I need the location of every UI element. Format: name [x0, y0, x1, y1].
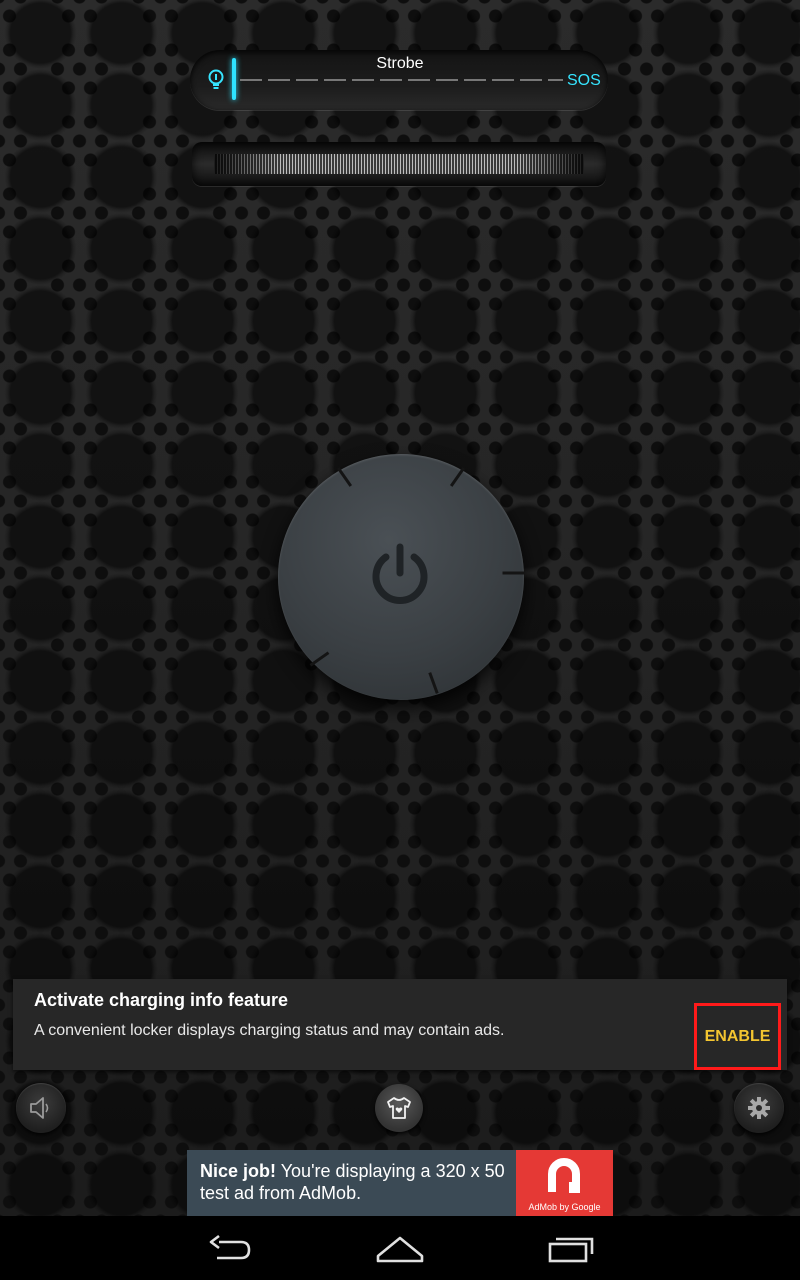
settings-button[interactable] — [734, 1083, 784, 1133]
speaker-icon — [30, 1097, 49, 1119]
ad-logo-caption: AdMob by Google — [528, 1202, 601, 1212]
admob-logo: AdMob by Google — [516, 1150, 613, 1216]
slider-thumb[interactable] — [232, 58, 236, 100]
banner-body: A convenient locker displays charging st… — [34, 1022, 505, 1039]
sos-label: SOS — [567, 72, 601, 89]
home-icon[interactable] — [375, 1232, 425, 1264]
power-icon[interactable] — [366, 541, 434, 609]
gear-icon — [748, 1097, 770, 1119]
dial-notch — [502, 571, 525, 575]
slider-track[interactable] — [240, 79, 563, 81]
recents-icon[interactable] — [547, 1232, 597, 1264]
mode-label: Strobe — [376, 55, 424, 72]
lightbulb-icon — [208, 69, 224, 89]
sound-toggle-button[interactable] — [16, 1083, 66, 1133]
frequency-wheel-ridges[interactable] — [214, 154, 584, 174]
ad-text: Nice job! You're displaying a 320 x 50 t… — [200, 1160, 520, 1204]
banner-title: Activate charging info feature — [34, 990, 289, 1010]
ad-banner[interactable]: Nice job! You're displaying a 320 x 50 t… — [187, 1150, 613, 1216]
back-icon[interactable] — [205, 1232, 255, 1264]
admob-icon — [548, 1158, 580, 1193]
tshirt-heart-icon — [387, 1097, 411, 1119]
enable-button[interactable]: ENABLE — [694, 1003, 781, 1070]
theme-button[interactable] — [375, 1084, 423, 1132]
ad-bold-text: Nice job! — [200, 1161, 277, 1181]
